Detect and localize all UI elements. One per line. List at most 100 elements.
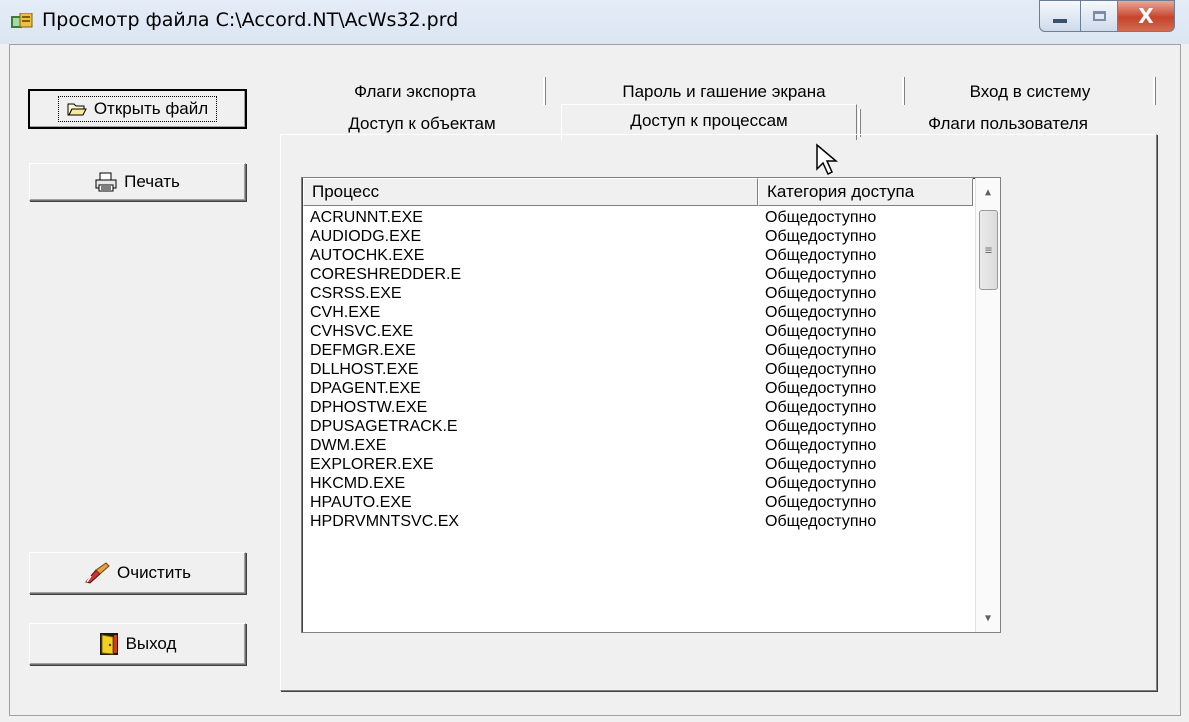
access-category: Общедоступно [765,399,877,416]
caption-buttons: X [1039,0,1175,32]
list-item[interactable]: AUDIODG.EXE Общедоступно [302,227,977,246]
process-name: AUTOCHK.EXE [310,247,425,264]
clear-button[interactable]: Очистить [29,552,246,594]
process-name: EXPLORER.EXE [310,456,434,473]
open-file-button-focus: Открыть файл [57,96,218,122]
scroll-down-arrow-icon[interactable]: ▼ [976,606,1000,630]
list-item[interactable]: DWM.EXE Общедоступно [302,436,977,455]
list-item[interactable]: CVH.EXE Общедоступно [302,303,977,322]
column-header-access[interactable]: Категория доступа [758,178,973,206]
process-list[interactable]: Процесс Категория доступа ACRUNNT.EXE Общ… [301,177,1001,633]
tab-divider [1153,77,1156,105]
list-item[interactable]: HKCMD.EXE Общедоступно [302,474,977,493]
column-header-label: Категория доступа [767,182,915,201]
tab-export-flags[interactable]: Флаги экспорта [287,77,543,107]
list-rows: ACRUNNT.EXE Общедоступно AUDIODG.EXE Общедо… [302,208,977,531]
list-item[interactable]: HPDRVMNTSVC.EX Общедоступно [302,512,977,531]
process-name: CVHSVC.EXE [310,323,414,340]
tab-label: Вход в систему [969,82,1091,101]
access-category: Общедоступно [765,209,877,226]
list-item[interactable]: EXPLORER.EXE Общедоступно [302,455,977,474]
tab-password-screensaver[interactable]: Пароль и гашение экрана [548,77,900,107]
tab-label: Флаги пользователя [928,114,1088,133]
close-icon: X [1138,4,1154,28]
list-item[interactable]: CSRSS.EXE Общедоступно [302,284,977,303]
process-name: DPAGENT.EXE [310,380,421,397]
vertical-scrollbar[interactable]: ▲ ≡ ▼ [975,178,1000,632]
mouse-cursor-icon [815,143,841,181]
access-category: Общедоступно [765,456,877,473]
close-button[interactable]: X [1118,0,1175,32]
access-category: Общедоступно [765,323,877,340]
exit-label: Выход [125,634,177,653]
access-category: Общедоступно [765,285,877,302]
access-category: Общедоступно [765,418,877,435]
maximize-button[interactable] [1081,0,1118,32]
maximize-icon [1092,11,1106,21]
access-category: Общедоступно [765,228,877,245]
eraser-icon [84,562,110,584]
folder-open-icon [67,101,87,117]
open-file-label: Открыть файл [93,99,209,118]
process-name: CSRSS.EXE [310,285,402,302]
process-name: ACRUNNT.EXE [310,209,423,226]
access-category: Общедоступно [765,342,877,359]
process-name: DPUSAGETRACK.E [310,418,458,435]
grip-icon: ≡ [984,243,993,257]
column-header-process[interactable]: Процесс [303,178,758,206]
access-category: Общедоступно [765,266,877,283]
list-item[interactable]: AUTOCHK.EXE Общедоступно [302,246,977,265]
tab-divider [858,109,861,137]
tab-divider [902,77,905,105]
main-window: Просмотр файла C:\Accord.NT\AcWs32.prd X… [0,0,1189,722]
access-category: Общедоступно [765,380,877,397]
process-name: DPHOSTW.EXE [310,399,428,416]
scroll-up-arrow-icon[interactable]: ▲ [976,180,1000,204]
title-bar[interactable]: Просмотр файла C:\Accord.NT\AcWs32.prd X [0,0,1189,44]
access-category: Общедоступно [765,361,877,378]
minimize-button[interactable] [1039,0,1081,32]
tab-divider [543,77,546,105]
process-name: AUDIODG.EXE [310,228,422,245]
scroll-thumb[interactable]: ≡ [979,210,998,290]
list-item[interactable]: HPAUTO.EXE Общедоступно [302,493,977,512]
list-item[interactable]: ACRUNNT.EXE Общедоступно [302,208,977,227]
process-name: HPDRVMNTSVC.EX [310,513,460,530]
tab-label: Пароль и гашение экрана [622,82,826,101]
tab-label: Доступ к объектам [348,114,496,133]
list-item[interactable]: DLLHOST.EXE Общедоступно [302,360,977,379]
access-category: Общедоступно [765,247,877,264]
list-item[interactable]: DPUSAGETRACK.E Общедоступно [302,417,977,436]
access-category: Общедоступно [765,475,877,492]
list-item[interactable]: CORESHREDDER.E Общедоступно [302,265,977,284]
list-item[interactable]: DPHOSTW.EXE Общедоступно [302,398,977,417]
printer-icon [95,172,117,192]
print-button[interactable]: Печать [29,163,246,201]
process-name: CVH.EXE [310,304,381,321]
list-item[interactable]: DEFMGR.EXE Общедоступно [302,341,977,360]
process-name: DEFMGR.EXE [310,342,416,359]
minimize-icon [1053,19,1067,23]
list-item[interactable]: DPAGENT.EXE Общедоступно [302,379,977,398]
process-name: DWM.EXE [310,437,387,454]
exit-button[interactable]: Выход [29,623,246,665]
process-name: CORESHREDDER.E [310,266,462,283]
window-title: Просмотр файла C:\Accord.NT\AcWs32.prd [42,9,459,31]
open-file-button[interactable]: Открыть файл [28,89,247,129]
print-label: Печать [124,172,180,191]
app-icon [11,12,33,31]
access-category: Общедоступно [765,494,877,511]
process-name: HPAUTO.EXE [310,494,412,511]
tab-label: Доступ к процессам [630,110,788,130]
access-category: Общедоступно [765,513,877,530]
column-header-label: Процесс [312,182,380,201]
list-item[interactable]: CVHSVC.EXE Общедоступно [302,322,977,341]
process-name: HKCMD.EXE [310,475,406,492]
access-category: Общедоступно [765,304,877,321]
process-name: DLLHOST.EXE [310,361,419,378]
clear-label: Очистить [116,563,191,582]
tab-label: Флаги экспорта [354,82,476,101]
access-category: Общедоступно [765,437,877,454]
tab-login[interactable]: Вход в систему [907,77,1153,107]
door-exit-icon [99,632,119,656]
